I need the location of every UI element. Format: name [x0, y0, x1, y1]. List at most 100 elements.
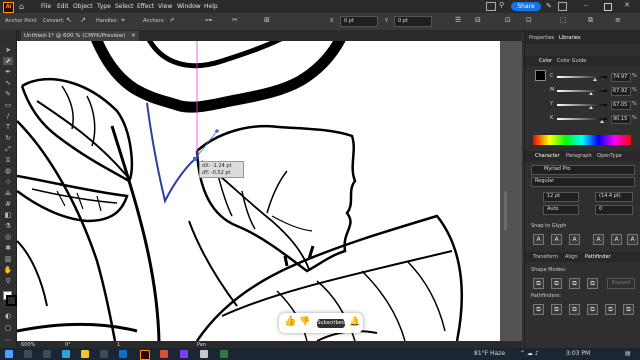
menu-help[interactable]: Help [204, 3, 218, 10]
font-size-field[interactable]: 12 pt [543, 192, 579, 202]
isolate-icon[interactable]: ⊞ [264, 16, 270, 24]
menu-view[interactable]: View [158, 3, 172, 10]
channel-value-field[interactable]: 90.15 [611, 115, 631, 124]
app-icon-2[interactable] [200, 350, 208, 358]
snap-xheight-button[interactable]: A [551, 234, 562, 245]
crop-button[interactable]: ⧉ [587, 304, 598, 315]
outline-button[interactable]: ⧉ [605, 304, 616, 315]
minimize-icon[interactable]: – [584, 1, 588, 9]
direct-selection-tool-icon[interactable]: ⬈ [3, 57, 13, 65]
maximize-icon[interactable] [604, 3, 612, 11]
convert-smooth-icon[interactable]: ↗ [80, 16, 86, 24]
clock[interactable]: 3:03 PM [566, 350, 590, 357]
subscribed-button[interactable]: Subscribed [317, 319, 345, 328]
tab-opentype[interactable]: OpenType [597, 153, 622, 159]
mail-icon[interactable] [119, 350, 127, 358]
tray-icons[interactable]: ⌃ ☁ ♪ [520, 350, 539, 357]
illustrator-logo[interactable]: Ai [3, 2, 14, 13]
tab-libraries[interactable]: Libraries [559, 35, 581, 41]
home-icon[interactable]: ⌂ [19, 2, 24, 11]
tab-transform[interactable]: Transform [533, 254, 558, 260]
graph-tool-icon[interactable]: ▥ [3, 255, 13, 263]
more-tools-icon[interactable]: ⋯ [3, 336, 13, 344]
symbol-sprayer-tool-icon[interactable]: ✱ [3, 244, 13, 252]
menu-select[interactable]: Select [115, 3, 134, 10]
fill-stroke-widget[interactable] [535, 70, 546, 81]
selection-tool-icon[interactable]: ➤ [3, 46, 13, 54]
close-icon[interactable]: ✕ [624, 1, 630, 9]
tab-align[interactable]: Align [565, 254, 578, 260]
blend-tool-icon[interactable]: ◎ [3, 233, 13, 241]
stroke-swatch[interactable] [6, 295, 17, 306]
align-v-icon[interactable]: ⊡ [526, 16, 532, 24]
eyedropper-tool-icon[interactable]: ⚗ [3, 222, 13, 230]
screen-mode-icon[interactable]: ▢ [3, 324, 13, 332]
y-field[interactable]: 0 pt [394, 16, 432, 27]
font-family-field[interactable]: Myriad Pro [531, 165, 635, 175]
feature-icon[interactable]: ✎ [546, 2, 552, 10]
channel-slider-thumb[interactable] [592, 78, 597, 81]
app-icon-1[interactable] [180, 350, 188, 358]
chrome-icon[interactable] [160, 350, 168, 358]
minus-front-button[interactable]: ⧉ [551, 278, 562, 289]
close-tab-icon[interactable]: ✕ [131, 33, 136, 39]
like-icon[interactable]: 👍 [284, 316, 296, 327]
dislike-icon[interactable]: 👎 [299, 317, 310, 327]
menu-edit[interactable]: Edit [57, 3, 69, 10]
menu-file[interactable]: File [41, 3, 51, 10]
cut-path-icon[interactable]: ✂ [232, 16, 238, 24]
trim-button[interactable]: ⧉ [551, 304, 562, 315]
vertical-scrollbar[interactable] [504, 191, 507, 231]
share-button[interactable]: Share [511, 2, 541, 11]
channel-slider-c[interactable] [557, 76, 607, 78]
exclude-button[interactable]: ⧉ [587, 278, 598, 289]
bell-icon[interactable]: 🔔 [349, 317, 360, 327]
distribute-icon[interactable]: ⊟ [475, 16, 481, 24]
type-tool-icon[interactable]: T [3, 123, 13, 131]
gradient-tool-icon[interactable]: ◧ [3, 211, 13, 219]
weather-widget[interactable]: 81°F Haze [474, 350, 505, 357]
unite-button[interactable]: ⧉ [533, 278, 544, 289]
handles-icon[interactable]: ⌖ [121, 16, 125, 25]
channel-slider-thumb[interactable] [589, 92, 593, 95]
connect-icon[interactable]: ⊶ [205, 16, 212, 24]
minus-back-button[interactable]: ⧉ [623, 304, 634, 315]
align-h-icon[interactable]: ⊡ [505, 16, 511, 24]
expand-button[interactable]: Expand [607, 278, 635, 289]
more-icon[interactable]: ≡ [615, 16, 621, 24]
color-spectrum[interactable] [533, 135, 631, 145]
divide-button[interactable]: ⧉ [533, 304, 544, 315]
search-icon[interactable]: ⚲ [499, 1, 504, 9]
channel-slider-y[interactable] [557, 104, 607, 106]
width-tool-icon[interactable]: ⧖ [3, 156, 13, 164]
snap-baseline-button[interactable]: A [533, 234, 544, 245]
tab-color[interactable]: Color [539, 58, 552, 64]
x-field[interactable]: 0 pt [340, 16, 378, 27]
menu-window[interactable]: Window [177, 3, 201, 10]
perspective-tool-icon[interactable]: ⟁ [3, 189, 13, 197]
tab-paragraph[interactable]: Paragraph [566, 153, 592, 159]
channel-slider-thumb[interactable] [600, 120, 604, 123]
rotate-tool-icon[interactable]: ↻ [3, 134, 13, 142]
channel-slider-m[interactable] [557, 90, 607, 92]
snap-anchor-button[interactable]: A [627, 234, 638, 245]
align-icon[interactable]: ☰ [455, 16, 461, 24]
font-style-field[interactable]: Regular [531, 177, 635, 187]
shape-builder-tool-icon[interactable]: ◍ [3, 167, 13, 175]
kerning-field[interactable]: Auto [543, 205, 579, 215]
illustrator-taskbar-icon[interactable] [140, 350, 150, 360]
store-icon[interactable] [100, 350, 108, 358]
edge-icon[interactable] [62, 350, 70, 358]
channel-value-field[interactable]: 74.97 [611, 73, 631, 82]
zoom-tool-icon[interactable]: ⚲ [3, 277, 13, 285]
channel-value-field[interactable]: 67.05 [611, 101, 631, 110]
artboard-canvas[interactable] [17, 41, 500, 341]
channel-value-field[interactable]: 67.92 [611, 87, 631, 96]
intersect-button[interactable]: ⧉ [569, 278, 580, 289]
rectangle-tool-icon[interactable]: ▭ [3, 101, 13, 109]
task-view-icon[interactable] [43, 350, 51, 358]
curvature-tool-icon[interactable]: ∿ [3, 79, 13, 87]
merge-button[interactable]: ⧉ [569, 304, 580, 315]
scale-tool-icon[interactable]: ⤢ [3, 145, 13, 153]
tracking-field[interactable]: 0 [595, 205, 633, 215]
